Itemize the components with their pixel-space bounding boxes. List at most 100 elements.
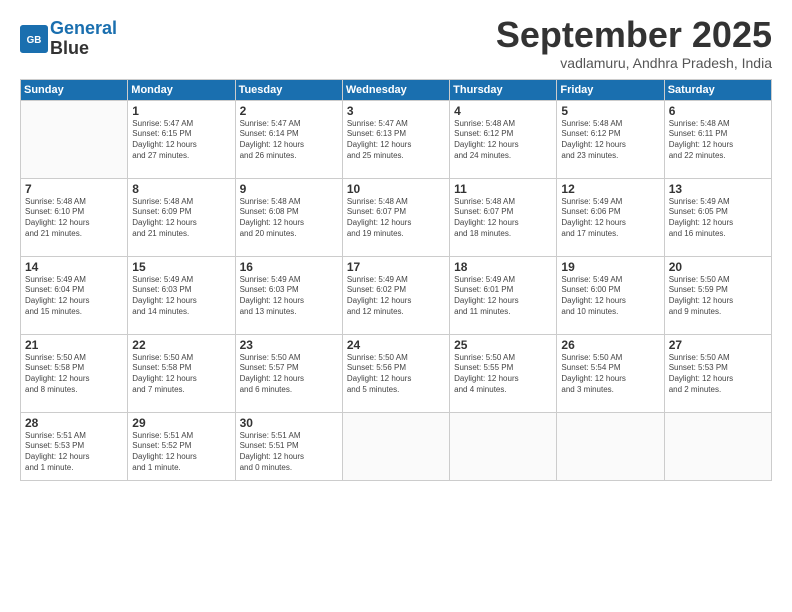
calendar-cell: 10Sunrise: 5:48 AMSunset: 6:07 PMDayligh… [342, 178, 449, 256]
day-number: 5 [561, 104, 659, 118]
calendar-cell [450, 412, 557, 480]
calendar-day-header: Tuesday [235, 79, 342, 100]
day-info: Sunrise: 5:47 AMSunset: 6:15 PMDaylight:… [132, 119, 230, 162]
day-info: Sunrise: 5:48 AMSunset: 6:09 PMDaylight:… [132, 197, 230, 240]
day-number: 4 [454, 104, 552, 118]
day-info: Sunrise: 5:49 AMSunset: 6:00 PMDaylight:… [561, 275, 659, 318]
calendar-day-header: Sunday [21, 79, 128, 100]
calendar-header-row: SundayMondayTuesdayWednesdayThursdayFrid… [21, 79, 772, 100]
day-number: 20 [669, 260, 767, 274]
calendar-table: SundayMondayTuesdayWednesdayThursdayFrid… [20, 79, 772, 481]
calendar-cell: 6Sunrise: 5:48 AMSunset: 6:11 PMDaylight… [664, 100, 771, 178]
calendar-cell: 4Sunrise: 5:48 AMSunset: 6:12 PMDaylight… [450, 100, 557, 178]
calendar-cell [342, 412, 449, 480]
calendar-week-row: 1Sunrise: 5:47 AMSunset: 6:15 PMDaylight… [21, 100, 772, 178]
day-number: 29 [132, 416, 230, 430]
calendar-cell [557, 412, 664, 480]
logo-icon: GB [20, 25, 48, 53]
calendar-cell: 26Sunrise: 5:50 AMSunset: 5:54 PMDayligh… [557, 334, 664, 412]
title-block: September 2025 vadlamuru, Andhra Pradesh… [496, 15, 772, 71]
calendar-cell: 22Sunrise: 5:50 AMSunset: 5:58 PMDayligh… [128, 334, 235, 412]
calendar-cell: 16Sunrise: 5:49 AMSunset: 6:03 PMDayligh… [235, 256, 342, 334]
calendar-cell: 29Sunrise: 5:51 AMSunset: 5:52 PMDayligh… [128, 412, 235, 480]
calendar-day-header: Thursday [450, 79, 557, 100]
day-info: Sunrise: 5:50 AMSunset: 5:57 PMDaylight:… [240, 353, 338, 396]
day-number: 18 [454, 260, 552, 274]
calendar-cell: 9Sunrise: 5:48 AMSunset: 6:08 PMDaylight… [235, 178, 342, 256]
day-info: Sunrise: 5:51 AMSunset: 5:52 PMDaylight:… [132, 431, 230, 474]
calendar-cell: 15Sunrise: 5:49 AMSunset: 6:03 PMDayligh… [128, 256, 235, 334]
day-info: Sunrise: 5:50 AMSunset: 5:56 PMDaylight:… [347, 353, 445, 396]
calendar-cell: 14Sunrise: 5:49 AMSunset: 6:04 PMDayligh… [21, 256, 128, 334]
header: GB GeneralBlue September 2025 vadlamuru,… [20, 15, 772, 71]
calendar-cell: 23Sunrise: 5:50 AMSunset: 5:57 PMDayligh… [235, 334, 342, 412]
calendar-cell: 28Sunrise: 5:51 AMSunset: 5:53 PMDayligh… [21, 412, 128, 480]
day-info: Sunrise: 5:50 AMSunset: 5:53 PMDaylight:… [669, 353, 767, 396]
calendar-cell: 25Sunrise: 5:50 AMSunset: 5:55 PMDayligh… [450, 334, 557, 412]
day-info: Sunrise: 5:49 AMSunset: 6:03 PMDaylight:… [240, 275, 338, 318]
day-number: 26 [561, 338, 659, 352]
calendar-cell: 2Sunrise: 5:47 AMSunset: 6:14 PMDaylight… [235, 100, 342, 178]
calendar-cell: 20Sunrise: 5:50 AMSunset: 5:59 PMDayligh… [664, 256, 771, 334]
calendar-cell [21, 100, 128, 178]
svg-text:GB: GB [27, 35, 42, 46]
day-number: 6 [669, 104, 767, 118]
calendar-cell: 1Sunrise: 5:47 AMSunset: 6:15 PMDaylight… [128, 100, 235, 178]
day-info: Sunrise: 5:50 AMSunset: 5:58 PMDaylight:… [25, 353, 123, 396]
day-info: Sunrise: 5:47 AMSunset: 6:13 PMDaylight:… [347, 119, 445, 162]
day-number: 25 [454, 338, 552, 352]
calendar-cell: 19Sunrise: 5:49 AMSunset: 6:00 PMDayligh… [557, 256, 664, 334]
calendar-day-header: Saturday [664, 79, 771, 100]
month-title: September 2025 [496, 15, 772, 55]
day-number: 28 [25, 416, 123, 430]
day-info: Sunrise: 5:49 AMSunset: 6:03 PMDaylight:… [132, 275, 230, 318]
day-number: 8 [132, 182, 230, 196]
page: GB GeneralBlue September 2025 vadlamuru,… [0, 0, 792, 612]
day-number: 11 [454, 182, 552, 196]
day-number: 10 [347, 182, 445, 196]
calendar-cell: 7Sunrise: 5:48 AMSunset: 6:10 PMDaylight… [21, 178, 128, 256]
day-number: 27 [669, 338, 767, 352]
day-info: Sunrise: 5:48 AMSunset: 6:12 PMDaylight:… [454, 119, 552, 162]
calendar-cell [664, 412, 771, 480]
calendar-day-header: Wednesday [342, 79, 449, 100]
day-number: 1 [132, 104, 230, 118]
calendar-cell: 27Sunrise: 5:50 AMSunset: 5:53 PMDayligh… [664, 334, 771, 412]
calendar-cell: 13Sunrise: 5:49 AMSunset: 6:05 PMDayligh… [664, 178, 771, 256]
day-info: Sunrise: 5:48 AMSunset: 6:12 PMDaylight:… [561, 119, 659, 162]
day-number: 7 [25, 182, 123, 196]
calendar-cell: 17Sunrise: 5:49 AMSunset: 6:02 PMDayligh… [342, 256, 449, 334]
logo-text: GeneralBlue [50, 19, 117, 59]
calendar-cell: 5Sunrise: 5:48 AMSunset: 6:12 PMDaylight… [557, 100, 664, 178]
day-info: Sunrise: 5:48 AMSunset: 6:07 PMDaylight:… [347, 197, 445, 240]
day-info: Sunrise: 5:49 AMSunset: 6:01 PMDaylight:… [454, 275, 552, 318]
day-info: Sunrise: 5:47 AMSunset: 6:14 PMDaylight:… [240, 119, 338, 162]
calendar-cell: 18Sunrise: 5:49 AMSunset: 6:01 PMDayligh… [450, 256, 557, 334]
calendar-cell: 30Sunrise: 5:51 AMSunset: 5:51 PMDayligh… [235, 412, 342, 480]
calendar-week-row: 21Sunrise: 5:50 AMSunset: 5:58 PMDayligh… [21, 334, 772, 412]
day-info: Sunrise: 5:50 AMSunset: 5:58 PMDaylight:… [132, 353, 230, 396]
day-number: 23 [240, 338, 338, 352]
calendar-week-row: 28Sunrise: 5:51 AMSunset: 5:53 PMDayligh… [21, 412, 772, 480]
day-info: Sunrise: 5:48 AMSunset: 6:08 PMDaylight:… [240, 197, 338, 240]
day-info: Sunrise: 5:48 AMSunset: 6:11 PMDaylight:… [669, 119, 767, 162]
day-number: 2 [240, 104, 338, 118]
day-number: 30 [240, 416, 338, 430]
calendar-week-row: 14Sunrise: 5:49 AMSunset: 6:04 PMDayligh… [21, 256, 772, 334]
day-info: Sunrise: 5:51 AMSunset: 5:51 PMDaylight:… [240, 431, 338, 474]
day-number: 24 [347, 338, 445, 352]
day-number: 13 [669, 182, 767, 196]
logo: GB GeneralBlue [20, 19, 117, 59]
day-info: Sunrise: 5:49 AMSunset: 6:06 PMDaylight:… [561, 197, 659, 240]
day-info: Sunrise: 5:50 AMSunset: 5:59 PMDaylight:… [669, 275, 767, 318]
calendar-cell: 21Sunrise: 5:50 AMSunset: 5:58 PMDayligh… [21, 334, 128, 412]
calendar-cell: 24Sunrise: 5:50 AMSunset: 5:56 PMDayligh… [342, 334, 449, 412]
day-info: Sunrise: 5:49 AMSunset: 6:05 PMDaylight:… [669, 197, 767, 240]
day-number: 16 [240, 260, 338, 274]
day-number: 19 [561, 260, 659, 274]
calendar-cell: 8Sunrise: 5:48 AMSunset: 6:09 PMDaylight… [128, 178, 235, 256]
day-number: 3 [347, 104, 445, 118]
calendar-day-header: Friday [557, 79, 664, 100]
day-info: Sunrise: 5:49 AMSunset: 6:04 PMDaylight:… [25, 275, 123, 318]
calendar-day-header: Monday [128, 79, 235, 100]
